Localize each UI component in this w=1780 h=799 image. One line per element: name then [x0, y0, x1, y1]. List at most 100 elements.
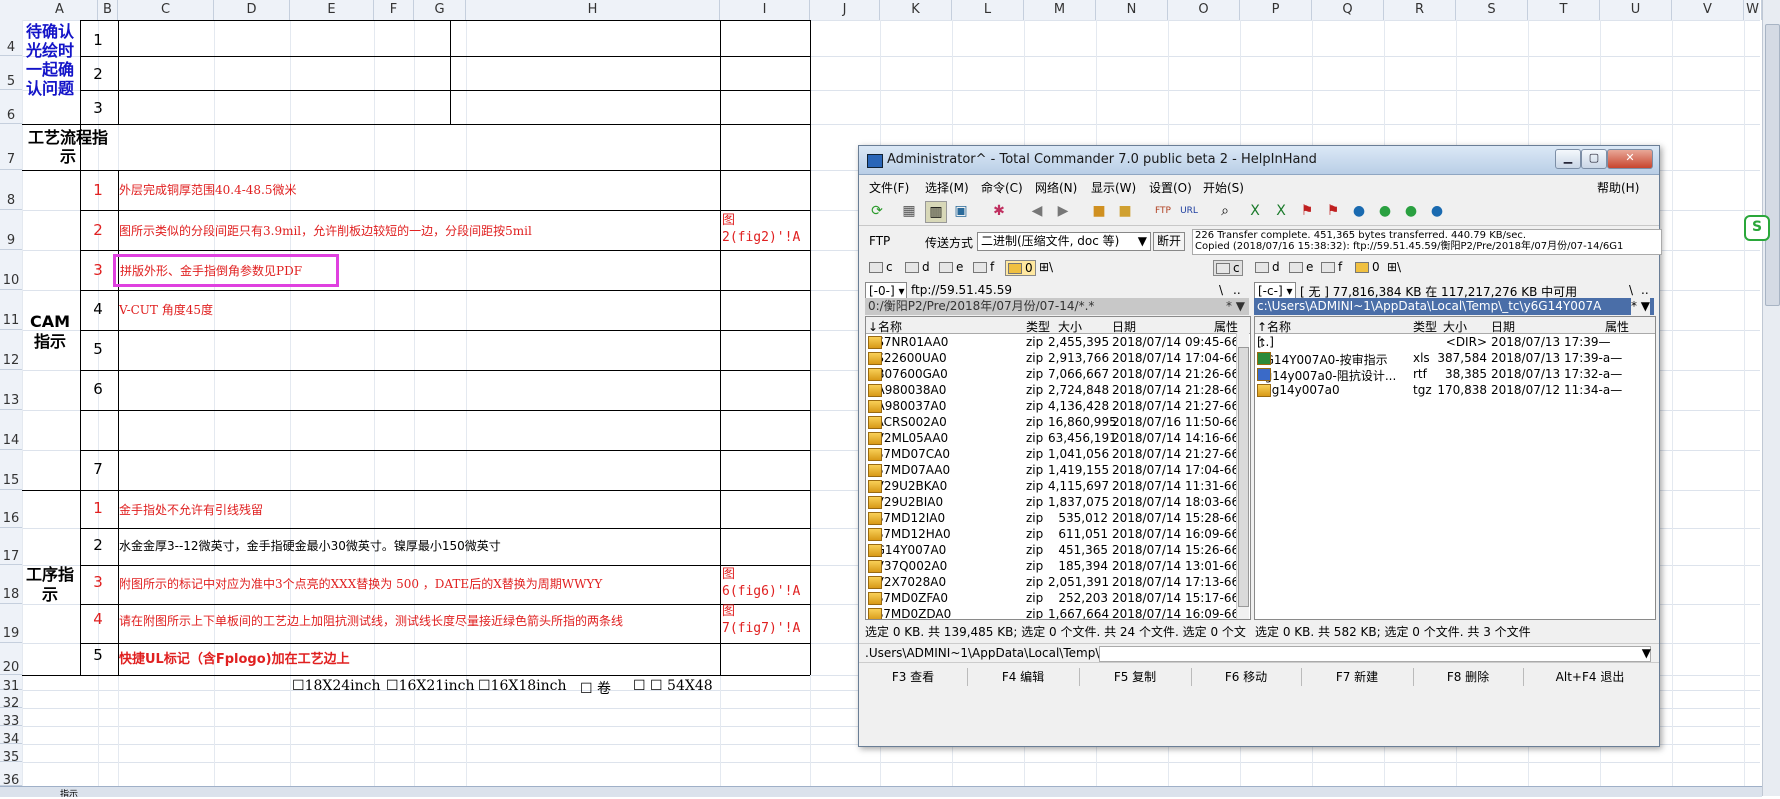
chevron-down-icon[interactable]: ▼ [1642, 644, 1651, 662]
file-row[interactable]: 4S7MD0ZFA0 zip 252,203 2018/07/14 15:17-666 [866, 590, 1250, 606]
column-header[interactable]: A [22, 0, 98, 20]
file-row[interactable]: 6S7MD12HA0 zip 611,051 2018/07/14 16:09-666 [866, 526, 1250, 542]
col-type[interactable]: 类型 [1413, 318, 1437, 335]
drive-d-right[interactable]: d [1255, 260, 1280, 274]
menu-help[interactable]: 帮助(H) [1597, 179, 1639, 196]
forward-icon[interactable]: ▶ [1053, 201, 1073, 221]
column-header[interactable]: K [880, 0, 952, 20]
menu-select[interactable]: 选择(M) [925, 179, 969, 196]
title-bar[interactable]: Administrator^ - Total Commander 7.0 pub… [859, 146, 1659, 175]
column-header[interactable]: Q [1312, 0, 1384, 20]
file-row[interactable]: 6V29U2BKA0 zip 4,115,697 2018/07/14 11:31-6… [866, 478, 1250, 494]
row-header[interactable]: 18 [0, 565, 22, 604]
drive-c-right[interactable]: c [1213, 260, 1243, 276]
file-row[interactable]: 4V2X7028A0 zip 2,051,391 2018/07/14 17:13-6… [866, 574, 1250, 590]
drive-0-right[interactable]: 0 [1355, 260, 1380, 274]
row-header[interactable]: 19 [0, 604, 22, 643]
sheet-tab-bar[interactable]: 指示 [0, 786, 1762, 797]
row-header[interactable]: 14 [0, 410, 22, 450]
col-type[interactable]: 类型 [1026, 318, 1050, 335]
row-header[interactable]: 32 [0, 690, 22, 711]
f8-delete-button[interactable]: F8 删除 [1413, 668, 1524, 686]
menu-network[interactable]: 网络(N) [1035, 179, 1077, 196]
file-row[interactable]: 6g14y007a0-阻抗设计... rtf 38,385 2018/07/13 17… [1255, 366, 1655, 383]
sheet-vertical-scrollbar[interactable] [1762, 0, 1780, 796]
column-header[interactable]: B [98, 0, 118, 20]
thumbnail-icon[interactable]: ▣ [951, 201, 971, 221]
row-header[interactable]: 6 [0, 90, 22, 124]
row-header[interactable]: 13 [0, 370, 22, 410]
parent-button[interactable]: .. [1233, 283, 1241, 297]
col-size[interactable]: 大小 [1058, 318, 1082, 335]
network-icon[interactable]: ⊞\ [1387, 260, 1401, 274]
proc-text-4[interactable]: 请在附图所示上下单板间的工艺边上加阻抗测试线，测试线长度尽量接近绿色箭头所指的两… [119, 612, 623, 629]
row-header[interactable]: 35 [0, 744, 22, 765]
drive-c-left[interactable]: c [869, 260, 893, 274]
column-header[interactable]: U [1600, 0, 1672, 20]
cam-text-4[interactable]: V-CUT 角度45度 [119, 301, 213, 318]
file-row[interactable]: 4S7MD0ZDA0 zip 1,667,664 2018/07/14 16:09-6… [866, 606, 1250, 619]
parent-button[interactable]: .. [1641, 283, 1649, 297]
file-row[interactable]: ↑ [..] <DIR> 2018/07/13 17:39— [1255, 334, 1655, 350]
column-header[interactable]: O [1168, 0, 1240, 20]
f3-view-button[interactable]: F3 查看 [859, 668, 968, 686]
cam-fig-link[interactable]: 图2(fig2)'!A [722, 212, 806, 246]
row-header[interactable]: 12 [0, 330, 22, 370]
file-row[interactable]: 6G14Y007A0-按审指示 xls 387,584 2018/07/13 17:3… [1255, 350, 1655, 367]
file-row[interactable]: AA980038A0 zip 2,724,848 2018/07/14 21:28-6… [866, 382, 1250, 398]
column-header[interactable]: V [1672, 0, 1744, 20]
drive-f-left[interactable]: f [973, 260, 994, 274]
excel-icon[interactable]: X [1245, 201, 1265, 221]
transfer-mode-select[interactable]: 二进制(压缩文件, doc 等) ▼ [977, 232, 1151, 251]
column-header[interactable]: S [1456, 0, 1528, 20]
file-row[interactable]: 8V2ML05AA0 zip 63,456,191 2018/07/14 14:16-… [866, 430, 1250, 446]
right-filter-bar[interactable]: c:\Users\ADMINI~1\AppData\Local\Temp\_tc… [1254, 298, 1654, 315]
proc-text-1[interactable]: 金手指处不允许有引线残留 [119, 501, 263, 518]
file-row[interactable]: 9ACRS002A0 zip 16,860,995 2018/07/16 11:50-… [866, 414, 1250, 430]
f7-new-button[interactable]: F7 新建 [1301, 668, 1414, 686]
file-row[interactable]: 6V29U2BIA0 zip 1,837,075 2018/07/14 18:03-6… [866, 494, 1250, 510]
right-file-panel[interactable]: ↑名称 类型 大小 日期 属性 ↑ [..] <DIR> 2018/07/13 17:… [1254, 316, 1656, 620]
left-filter-bar[interactable]: 0:/衡阳P2/Pre/2018年/07月份/07-14/*.* * ▼ [865, 298, 1249, 315]
column-header[interactable]: N [1096, 0, 1168, 20]
file-row[interactable]: 8S7MD07CA0 zip 1,041,056 2018/07/14 21:27-6… [866, 446, 1250, 462]
pack-icon[interactable]: ■ [1089, 201, 1109, 221]
proc-text-5[interactable]: 快捷UL标记（含Fplogo)加在工艺边上 [119, 648, 350, 667]
col-date[interactable]: 日期 [1491, 318, 1515, 335]
file-row[interactable]: 8S7MD07AA0 zip 1,419,155 2018/07/14 17:04-6… [866, 462, 1250, 478]
close-button[interactable]: ✕ [1607, 149, 1653, 169]
drive-0-left[interactable]: 0 [1005, 260, 1036, 276]
brief-view-icon[interactable]: ▦ [899, 201, 919, 221]
row-header[interactable]: 34 [0, 726, 22, 747]
file-row[interactable]: 6S7MD12IA0 zip 535,012 2018/07/14 15:28-666 [866, 510, 1250, 526]
col-attr[interactable]: 属性 [1214, 318, 1238, 335]
f6-move-button[interactable]: F6 移动 [1191, 668, 1302, 686]
maximize-button[interactable]: ▢ [1581, 149, 1607, 169]
file-row[interactable]: AB07600GA0 zip 7,066,667 2018/07/14 21:26-6… [866, 366, 1250, 382]
ftp-connect-icon[interactable]: FTP [1153, 201, 1173, 221]
menu-start[interactable]: 开始(S) [1203, 179, 1244, 196]
cam-text-1[interactable]: 外层完成铜厚范围40.4-48.5微米 [119, 181, 297, 198]
row-header[interactable]: 11 [0, 290, 22, 330]
proc-text-2[interactable]: 水金金厚3--12微英寸，金手指硬金最小30微英寸。镍厚最小150微英寸 [119, 537, 501, 554]
proc-text-3[interactable]: 附图所示的标记中对应为准中3个点亮的XXX替换为 500 ，DATE后的X替换为… [119, 575, 602, 592]
pdf-icon[interactable]: ⚑ [1297, 201, 1317, 221]
file-row[interactable]: AA980037A0 zip 4,136,428 2018/07/14 21:27-6… [866, 398, 1250, 414]
file-row[interactable]: AS22600UA0 zip 2,913,766 2018/07/14 17:04-6… [866, 350, 1250, 366]
column-header[interactable]: I [720, 0, 810, 20]
col-attr[interactable]: 属性 [1605, 318, 1629, 335]
row-header[interactable]: 10 [0, 250, 22, 290]
column-header[interactable]: W [1744, 0, 1762, 20]
menu-settings[interactable]: 设置(O) [1149, 179, 1192, 196]
checkbox-16x18[interactable]: ☐16X18inch [478, 678, 567, 694]
file-row[interactable]: 6G14Y007A0 zip 451,365 2018/07/14 15:26-666 [866, 542, 1250, 558]
side-app-icon[interactable]: S [1744, 215, 1770, 241]
column-header[interactable]: G [414, 0, 466, 20]
col-date[interactable]: 日期 [1112, 318, 1136, 335]
column-header[interactable]: J [810, 0, 880, 20]
row-header[interactable]: 33 [0, 708, 22, 729]
column-header[interactable]: F [374, 0, 414, 20]
refresh-icon[interactable]: ⟳ [867, 201, 887, 221]
menu-view[interactable]: 显示(W) [1091, 179, 1136, 196]
search-icon[interactable]: ⌕ [1215, 201, 1235, 221]
